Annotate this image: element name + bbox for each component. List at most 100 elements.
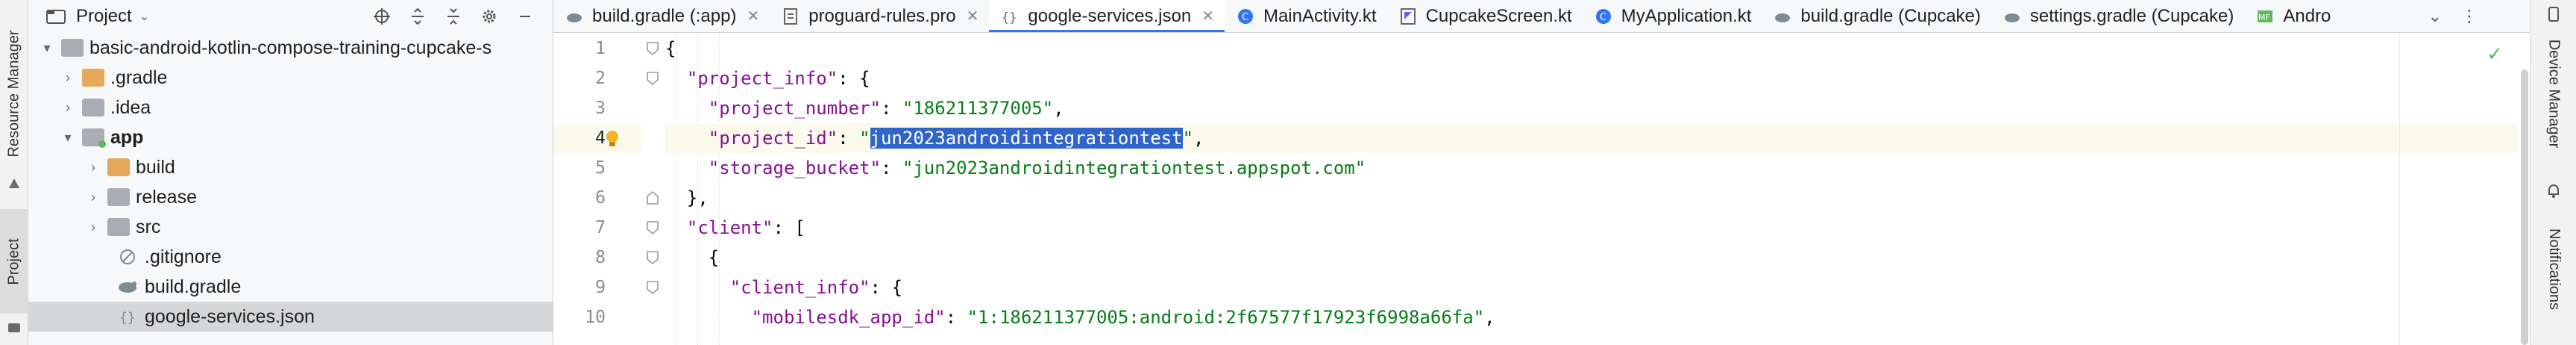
chevron-right-icon[interactable]: › <box>60 100 76 116</box>
tree-item-gradle-dir[interactable]: › .gradle <box>28 63 553 93</box>
bell-icon[interactable] <box>2545 182 2562 199</box>
tree-item-label: app <box>110 126 144 148</box>
right-margin-guide <box>2399 34 2400 345</box>
gradle-file-icon <box>1774 7 1791 25</box>
tabs-controls: ⌄ ⋮ <box>2428 0 2478 32</box>
folder-icon <box>107 158 130 176</box>
device-manager-tab[interactable]: Device Manager <box>2531 15 2576 172</box>
text-file-icon <box>782 7 799 25</box>
collapse-all-icon[interactable] <box>444 7 463 26</box>
gear-icon[interactable] <box>480 7 499 26</box>
line-number: 2 <box>595 69 606 88</box>
tab-android-manifest[interactable]: MF Andro <box>2244 0 2341 32</box>
editor-scrollbar[interactable] <box>2518 34 2530 345</box>
more-options-icon[interactable]: ⋮ <box>2461 7 2478 26</box>
tab-build-gradle-cupcake[interactable]: build.gradle (Cupcake) <box>1762 0 1991 32</box>
kotlin-class-icon: C <box>1595 7 1612 25</box>
chevron-down-icon[interactable]: ▾ <box>39 40 55 56</box>
code-line: "storage_bucket": "jun2023androidintegra… <box>665 153 2530 183</box>
tree-item-google-services-json[interactable]: {} google-services.json <box>28 302 553 332</box>
tab-label: google-services.json <box>1028 5 1192 26</box>
folder-icon <box>107 218 130 236</box>
tree-item-label: .idea <box>110 96 151 118</box>
notifications-tab-label: Notifications <box>2545 228 2563 310</box>
code-editor[interactable]: 1 2 3 4 5 6 7 8 9 10 { "project_info": {… <box>553 34 2530 345</box>
tab-label: MainActivity.kt <box>1263 5 1377 26</box>
right-tool-strip: Device Manager Notifications <box>2530 0 2576 345</box>
line-number: 5 <box>595 158 606 178</box>
tab-google-services-json[interactable]: {} google-services.json ✕ <box>989 0 1225 32</box>
fold-end-icon[interactable] <box>646 190 659 205</box>
chevron-right-icon[interactable]: › <box>60 70 76 86</box>
tab-build-gradle-app[interactable]: build.gradle (:app) ✕ <box>553 0 770 32</box>
json-punct: { <box>708 247 720 268</box>
json-key: "project_id" <box>708 128 838 149</box>
chevron-down-icon[interactable]: ⌄ <box>2428 7 2442 26</box>
scrollbar-thumb[interactable] <box>2521 69 2528 345</box>
resource-manager-tab[interactable]: Resource Manager <box>0 15 28 172</box>
tree-item-root[interactable]: ▾ basic-android-kotlin-compose-training-… <box>28 33 553 63</box>
tree-item-gitignore[interactable]: .gitignore <box>28 242 553 272</box>
tree-item-release-dir[interactable]: › release <box>28 182 553 212</box>
tab-label: proguard-rules.pro <box>808 5 956 26</box>
chevron-right-icon[interactable]: › <box>85 190 101 205</box>
manifest-file-icon: MF <box>2256 7 2274 25</box>
tree-item-idea-dir[interactable]: › .idea <box>28 93 553 122</box>
folder-icon <box>82 69 104 87</box>
locate-file-icon[interactable] <box>372 7 392 26</box>
project-view-icon <box>46 10 66 24</box>
code-line: { <box>665 243 2530 273</box>
close-icon[interactable]: ✕ <box>747 7 759 25</box>
line-number: 4 <box>595 128 606 148</box>
tree-item-build-dir[interactable]: › build <box>28 152 553 182</box>
project-folder-icon[interactable] <box>7 320 22 335</box>
expand-all-icon[interactable] <box>408 7 427 26</box>
tree-item-app-module[interactable]: ▾ app <box>28 122 553 152</box>
tree-item-src-dir[interactable]: › src <box>28 212 553 242</box>
tab-my-application[interactable]: C MyApplication.kt <box>1583 0 1762 32</box>
kotlin-file-icon <box>1399 7 1417 25</box>
json-string: "186211377005" <box>902 98 1054 119</box>
folder-icon <box>107 188 130 206</box>
lightbulb-icon[interactable] <box>604 129 621 149</box>
code-line-current: "project_id": "jun2023androidintegration… <box>665 123 2530 153</box>
json-file-icon: {} <box>1001 7 1019 25</box>
chevron-right-icon[interactable]: › <box>85 160 101 175</box>
project-tree: ▾ basic-android-kotlin-compose-training-… <box>28 33 553 332</box>
tree-item-label: google-services.json <box>145 305 315 327</box>
chevron-right-icon[interactable]: › <box>85 220 101 235</box>
close-icon[interactable]: ✕ <box>1201 7 1214 25</box>
json-punct: : <box>880 98 902 119</box>
minimize-icon[interactable] <box>515 7 535 26</box>
tab-main-activity[interactable]: C MainActivity.kt <box>1225 0 1387 32</box>
json-key: "mobilesdk_app_id" <box>751 307 946 328</box>
close-icon[interactable]: ✕ <box>967 7 979 25</box>
fold-icon[interactable] <box>646 250 659 265</box>
tab-settings-gradle-cupcake[interactable]: settings.gradle (Cupcake) <box>1991 0 2244 32</box>
svg-text:C: C <box>1242 12 1248 23</box>
fold-icon[interactable] <box>646 220 659 235</box>
project-panel-title[interactable]: Project <box>76 6 132 27</box>
selected-text[interactable]: jun2023androidintegrationtest <box>870 128 1183 149</box>
tab-proguard-rules[interactable]: proguard-rules.pro ✕ <box>770 0 989 32</box>
json-punct: : { <box>838 68 870 89</box>
tree-item-build-gradle[interactable]: build.gradle <box>28 272 553 302</box>
line-number: 9 <box>595 278 606 297</box>
chevron-down-icon[interactable]: ⌄ <box>139 9 149 24</box>
project-tab[interactable]: Project <box>0 209 28 314</box>
code-area[interactable]: { "project_info": { "project_number": "1… <box>665 34 2530 345</box>
tab-label: build.gradle (Cupcake) <box>1800 5 1981 26</box>
editor-tabs: build.gradle (:app) ✕ proguard-rules.pro… <box>553 0 2530 33</box>
tab-cupcake-screen[interactable]: CupcakeScreen.kt <box>1387 0 1583 32</box>
check-icon[interactable]: ✓ <box>2487 43 2503 66</box>
fold-icon[interactable] <box>646 41 659 56</box>
notifications-tab[interactable]: Notifications <box>2531 202 2576 336</box>
line-number: 3 <box>595 99 606 118</box>
tree-item-label: build.gradle <box>145 276 242 297</box>
gradle-file-icon <box>2003 7 2021 25</box>
fold-icon[interactable] <box>646 71 659 86</box>
json-punct: : { <box>870 277 902 298</box>
fold-icon[interactable] <box>646 280 659 295</box>
resource-manager-icon[interactable] <box>7 176 22 191</box>
chevron-down-icon[interactable]: ▾ <box>60 130 76 146</box>
